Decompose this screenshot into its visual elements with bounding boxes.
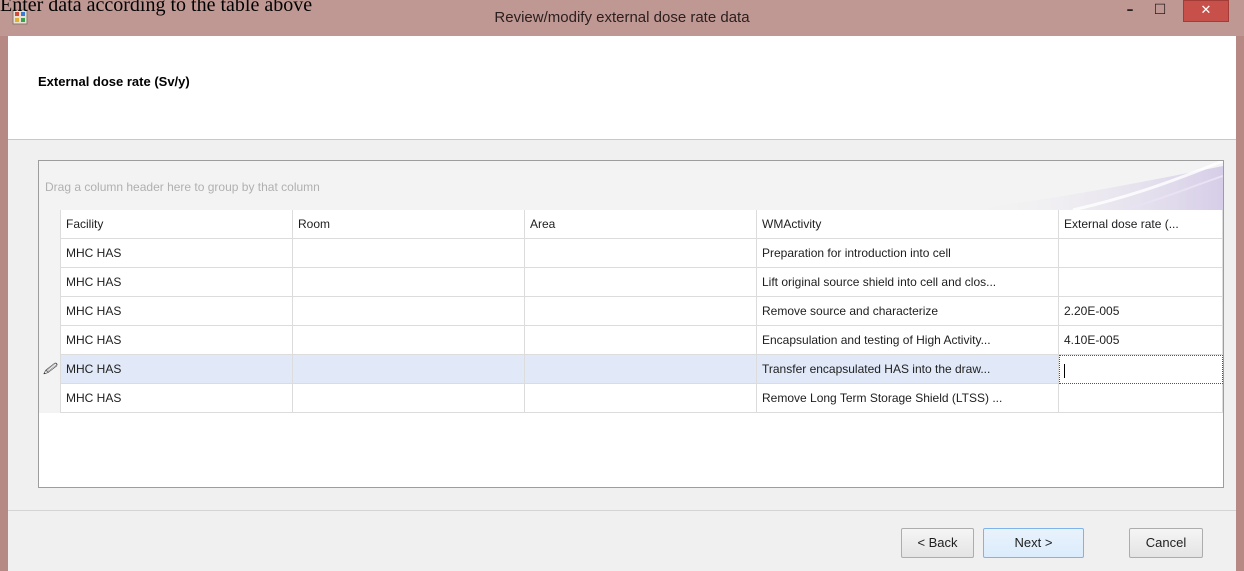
decorative-swoosh xyxy=(963,161,1223,210)
dose-rate-cell[interactable] xyxy=(1059,268,1223,297)
facility-cell[interactable]: MHC HAS xyxy=(61,268,293,297)
room-cell[interactable] xyxy=(293,355,525,384)
edit-pencil-icon[interactable]: 🖉 xyxy=(39,355,61,384)
column-header-row: Facility Room Area WMActivity External d… xyxy=(39,210,1223,239)
room-cell[interactable] xyxy=(293,268,525,297)
wmactivity-cell[interactable]: Preparation for introduction into cell xyxy=(757,239,1059,268)
column-header-area[interactable]: Area xyxy=(525,210,757,239)
dose-rate-cell[interactable] xyxy=(1059,239,1223,268)
facility-cell[interactable]: MHC HAS xyxy=(61,326,293,355)
area-cell[interactable] xyxy=(525,355,757,384)
column-header-facility[interactable]: Facility xyxy=(61,210,293,239)
area-cell[interactable] xyxy=(525,384,757,413)
room-cell[interactable] xyxy=(293,326,525,355)
wmactivity-cell[interactable]: Remove source and characterize xyxy=(757,297,1059,326)
area-cell[interactable] xyxy=(525,297,757,326)
footer-divider xyxy=(8,510,1236,511)
next-button[interactable]: Next > xyxy=(983,528,1084,558)
table-row-editing[interactable]: 🖉 MHC HAS Transfer encapsulated HAS into… xyxy=(39,355,1223,384)
facility-cell[interactable]: MHC HAS xyxy=(61,384,293,413)
table-row[interactable]: MHC HAS Remove Long Term Storage Shield … xyxy=(39,384,1223,413)
row-indicator[interactable] xyxy=(39,384,61,413)
row-indicator[interactable] xyxy=(39,239,61,268)
room-cell[interactable] xyxy=(293,384,525,413)
wizard-window: Review/modify external dose rate data – … xyxy=(0,0,1244,571)
cancel-button[interactable]: Cancel xyxy=(1129,528,1203,558)
facility-cell[interactable]: MHC HAS xyxy=(61,239,293,268)
facility-cell[interactable]: MHC HAS xyxy=(61,355,293,384)
header-panel: External dose rate (Sv/y) xyxy=(8,36,1236,140)
dose-rate-cell[interactable]: 2.20E-005 xyxy=(1059,297,1223,326)
table-row[interactable]: MHC HAS Remove source and characterize 2… xyxy=(39,297,1223,326)
facility-cell[interactable]: MHC HAS xyxy=(61,297,293,326)
client-area: External dose rate (Sv/y) Drag a column … xyxy=(8,36,1236,571)
table-row[interactable]: MHC HAS Lift original source shield into… xyxy=(39,268,1223,297)
dose-rate-editor[interactable] xyxy=(1059,355,1223,384)
wmactivity-cell[interactable]: Remove Long Term Storage Shield (LTSS) .… xyxy=(757,384,1059,413)
room-cell[interactable] xyxy=(293,239,525,268)
column-header-wmactivity[interactable]: WMActivity xyxy=(757,210,1059,239)
table-row[interactable]: MHC HAS Encapsulation and testing of Hig… xyxy=(39,326,1223,355)
header-indicator-cell xyxy=(39,210,61,239)
document-caption: Enter data according to the table above xyxy=(0,0,313,16)
column-header-external-dose-rate[interactable]: External dose rate (... xyxy=(1059,210,1223,239)
group-by-hint: Drag a column header here to group by th… xyxy=(45,180,320,194)
back-button[interactable]: < Back xyxy=(901,528,974,558)
close-button[interactable]: ✕ xyxy=(1183,0,1229,22)
row-indicator[interactable] xyxy=(39,326,61,355)
table-row[interactable]: MHC HAS Preparation for introduction int… xyxy=(39,239,1223,268)
room-cell[interactable] xyxy=(293,297,525,326)
minimize-button[interactable]: – xyxy=(1116,0,1144,22)
row-indicator[interactable] xyxy=(39,297,61,326)
area-cell[interactable] xyxy=(525,268,757,297)
wmactivity-cell[interactable]: Transfer encapsulated HAS into the draw.… xyxy=(757,355,1059,384)
dose-rate-cell[interactable]: 4.10E-005 xyxy=(1059,326,1223,355)
row-indicator[interactable] xyxy=(39,268,61,297)
wmactivity-cell[interactable]: Encapsulation and testing of High Activi… xyxy=(757,326,1059,355)
area-cell[interactable] xyxy=(525,239,757,268)
dose-rate-grid: Drag a column header here to group by th… xyxy=(38,160,1224,488)
maximize-button[interactable]: ☐ xyxy=(1146,0,1174,22)
column-header-room[interactable]: Room xyxy=(293,210,525,239)
dose-rate-cell[interactable] xyxy=(1059,384,1223,413)
area-cell[interactable] xyxy=(525,326,757,355)
page-title: External dose rate (Sv/y) xyxy=(38,74,190,89)
text-cursor xyxy=(1064,363,1065,378)
group-by-panel[interactable]: Drag a column header here to group by th… xyxy=(39,161,1223,211)
wmactivity-cell[interactable]: Lift original source shield into cell an… xyxy=(757,268,1059,297)
